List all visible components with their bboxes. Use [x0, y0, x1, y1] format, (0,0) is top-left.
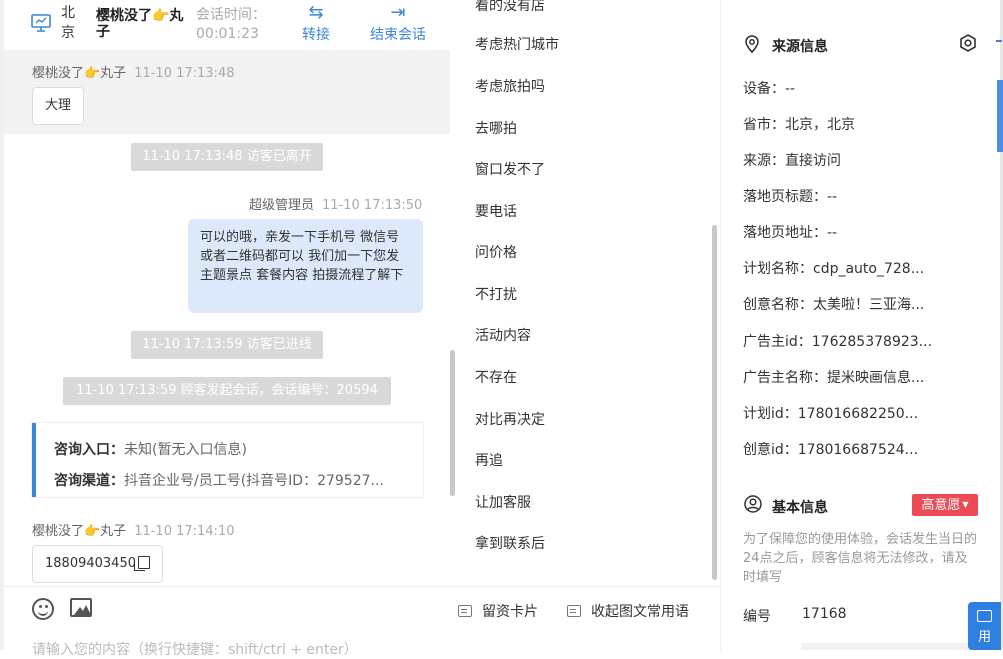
transfer-button[interactable]: ⇆ 转接: [298, 2, 334, 44]
message-list[interactable]: 樱桃没了👉丸子 11-10 17:13:48 大理 11-10 17:13:48 …: [4, 50, 457, 586]
message-time: 11-10 17:14:10: [134, 524, 235, 539]
info-device: 设备：--: [743, 81, 796, 97]
visitor-name: 樱桃没了👉丸子: [96, 8, 184, 40]
leave-card-label: 留资卡片: [482, 604, 538, 620]
incoming-message: 大理: [32, 87, 85, 125]
collapse-phrases-button[interactable]: 收起图文常用语: [567, 601, 689, 621]
floating-chat-button[interactable]: 用: [968, 602, 1001, 650]
quick-phrase-item[interactable]: 窗口发不了: [475, 159, 545, 179]
phone-number: 18809403450: [45, 556, 136, 571]
phrase-scrollbar[interactable]: [712, 225, 717, 580]
right-edge-tab[interactable]: [997, 80, 1003, 152]
quick-phrase-item[interactable]: 考虑旅拍吗: [475, 76, 545, 96]
sender-name: 樱桃没了👉丸子: [32, 66, 127, 81]
info-landing-url: 落地页地址：--: [743, 225, 838, 241]
system-message: 11-10 17:13:59 访客已进线: [131, 331, 323, 359]
quick-phrase-item[interactable]: 拿到联系后: [475, 533, 545, 553]
chat-bubble-icon: [977, 610, 992, 622]
consult-entry-row: 咨询入口：未知(暂无入口信息): [54, 435, 414, 466]
chat-header: 北京 樱桃没了👉丸子 会话时间： 00:01:23 ⇆ 转接 ⇥ 结束会话: [4, 0, 457, 50]
image-icon[interactable]: [70, 598, 92, 617]
consult-channel-row: 咨询渠道：抖音企业号/员工号(抖音号ID：279527...: [54, 466, 414, 497]
leave-card-button[interactable]: 留资卡片: [458, 601, 538, 621]
quick-phrase-item[interactable]: 让加客服: [475, 492, 531, 512]
number-label: 编号: [743, 609, 771, 625]
caret-down-icon: ▼: [962, 500, 969, 509]
settings-hex-icon[interactable]: [958, 33, 978, 53]
monitor-icon: [31, 14, 51, 32]
session-time-label: 会话时间：: [196, 7, 266, 23]
info-advertiser-name: 广告主名称：提米映画信息...: [743, 370, 925, 386]
incoming-message: 18809403450: [32, 545, 163, 583]
logout-icon: ⇥: [390, 2, 406, 23]
message-sender: 樱桃没了👉丸子 11-10 17:14:10: [32, 520, 234, 539]
next-field-input[interactable]: [801, 643, 981, 650]
quick-phrase-item[interactable]: 看的没有店: [475, 0, 545, 15]
sender-name: 超级管理员: [249, 198, 315, 213]
quick-phrase-item[interactable]: 去哪拍: [475, 118, 517, 138]
message-time: 11-10 17:13:48: [134, 66, 235, 81]
system-message: 11-10 17:13:48 访客已离开: [131, 143, 323, 171]
intent-badge[interactable]: 高意愿 ▼: [912, 494, 978, 516]
visitor-city: 北京: [61, 5, 75, 41]
consult-entry-label: 咨询入口：: [54, 442, 124, 458]
outgoing-message: 可以的哦，亲发一下手机号 微信号或者二维码都可以 我们加一下您发主题景点 套餐内…: [188, 219, 423, 313]
info-source: 来源：直接访问: [743, 153, 841, 169]
quick-phrase-item[interactable]: 考虑热门城市: [475, 34, 559, 54]
info-advertiser-id: 广告主id：176285378923...: [743, 334, 933, 350]
right-edge-mark: [996, 40, 1002, 42]
collapse-phrases-label: 收起图文常用语: [591, 604, 689, 620]
quick-phrase-list: 看的没有店 考虑热门城市 考虑旅拍吗 去哪拍 窗口发不了 要电话 问价格 不打扰…: [457, 0, 720, 586]
message-input[interactable]: 请输入您的内容（换行快捷键：shift/ctrl + enter）: [32, 639, 358, 659]
consult-entry-value: 未知(暂无入口信息): [124, 442, 247, 458]
message-icon: [567, 605, 581, 617]
quick-phrase-item[interactable]: 不存在: [475, 367, 517, 387]
transfer-label: 转接: [302, 27, 330, 43]
card-icon: [458, 605, 472, 617]
consult-info-card: 咨询入口：未知(暂无入口信息) 咨询渠道：抖音企业号/员工号(抖音号ID：279…: [32, 423, 423, 497]
message-sender: 超级管理员 11-10 17:13:50: [249, 194, 422, 213]
number-value: 17168: [802, 606, 847, 622]
message-sender: 樱桃没了👉丸子 11-10 17:13:48: [32, 62, 234, 81]
basic-info-title: 基本信息: [772, 500, 828, 516]
info-plan-name: 计划名称：cdp_auto_728...: [743, 261, 925, 277]
session-time: 00:01:23: [196, 26, 259, 42]
sender-name: 樱桃没了👉丸子: [32, 524, 127, 539]
end-session-button[interactable]: ⇥ 结束会话: [364, 2, 432, 44]
info-landing-title: 落地页标题：--: [743, 189, 838, 205]
location-pin-icon: [745, 35, 759, 53]
info-creative-id: 创意id：178016687524...: [743, 442, 919, 458]
input-area: 留资卡片 收起图文常用语 请输入您的内容（换行快捷键：shift/ctrl + …: [4, 586, 720, 658]
info-plan-id: 计划id：178016682250...: [743, 406, 919, 422]
chat-panel: 北京 樱桃没了👉丸子 会话时间： 00:01:23 ⇆ 转接 ⇥ 结束会话 樱桃…: [4, 0, 457, 586]
transfer-icon: ⇆: [308, 2, 324, 23]
quick-phrase-item[interactable]: 不打扰: [475, 284, 517, 304]
system-message: 11-10 17:13:59 顾客发起会话，会话编号：20594: [63, 377, 391, 405]
chat-scrollbar[interactable]: [450, 350, 455, 496]
consult-channel-value: 抖音企业号/员工号(抖音号ID：279527...: [124, 473, 384, 489]
info-region: 省市：北京，北京: [743, 117, 855, 133]
floating-button-label: 用: [977, 630, 991, 645]
consult-channel-label: 咨询渠道：: [54, 473, 124, 489]
source-info-title: 来源信息: [772, 39, 828, 55]
info-creative-name: 创意名称：太美啦！三亚海...: [743, 297, 925, 313]
end-session-label: 结束会话: [370, 27, 426, 43]
quick-phrase-item[interactable]: 活动内容: [475, 325, 531, 345]
quick-phrase-item[interactable]: 问价格: [475, 242, 517, 262]
intent-label: 高意愿: [921, 498, 961, 513]
quick-phrase-item[interactable]: 要电话: [475, 201, 517, 221]
visitor-info-panel: 来源信息 设备：-- 省市：北京，北京 来源：直接访问 落地页标题：-- 落地页…: [721, 0, 1003, 650]
message-time: 11-10 17:13:50: [322, 198, 423, 213]
copy-icon[interactable]: [133, 556, 150, 571]
quick-phrase-item[interactable]: 对比再决定: [475, 409, 545, 429]
user-circle-icon: [744, 495, 762, 513]
edit-notice: 为了保障您的使用体验，会话发生当日的24点之后，顾客信息将无法修改，请及时填写: [743, 532, 978, 585]
emoji-icon[interactable]: [32, 598, 54, 620]
quick-phrase-item[interactable]: 再追: [475, 450, 503, 470]
